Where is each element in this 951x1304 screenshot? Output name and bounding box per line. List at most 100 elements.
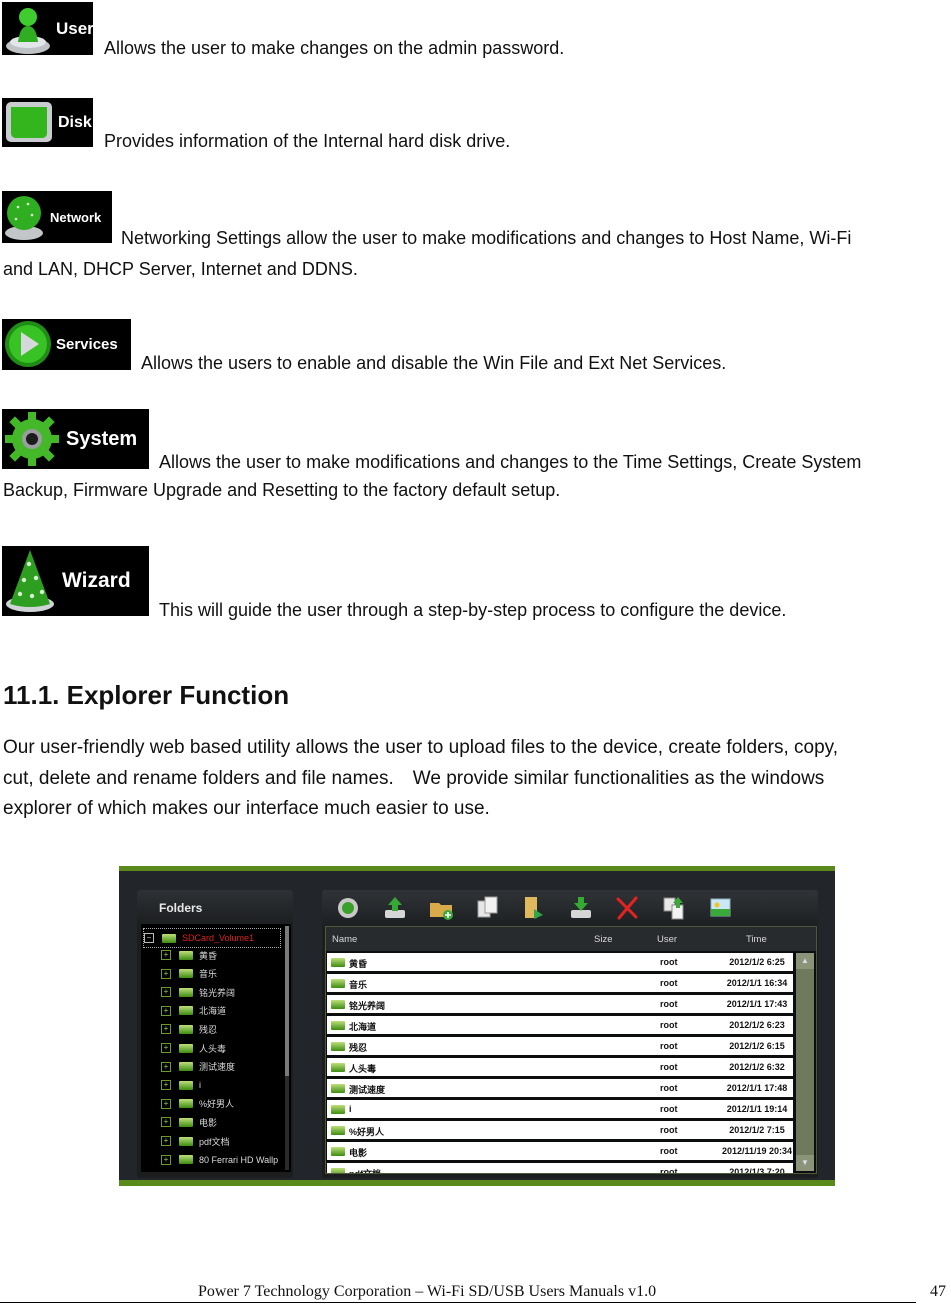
folder-tree: − SDCard_Volume1 + 黄昏 + 音乐 + 铭光养阔 + 北海道 + 残忍 + 人头毒 +… (141, 924, 291, 1172)
file-time: 2012/11/19 20:34 (721, 1146, 793, 1156)
file-name: i (349, 1104, 352, 1114)
tree-node[interactable]: + 北海道 (161, 1002, 291, 1020)
file-user: root (660, 1167, 678, 1174)
paragraph-line: cut, delete and rename folders and file … (3, 767, 825, 789)
move-icon (525, 897, 543, 919)
refresh-gear-button[interactable] (335, 895, 361, 921)
collapse-icon[interactable]: − (144, 933, 154, 943)
column-size[interactable]: Size (594, 934, 612, 945)
folders-header: Folders (137, 890, 293, 924)
folder-icon (179, 1136, 193, 1146)
file-row[interactable]: 北海道 root 2012/1/2 6:23 (327, 1016, 793, 1034)
services-badge-label: Services (56, 336, 118, 353)
file-grid: Name Size User Time 黄昏 root 2012/1/2 6:25 音… (325, 926, 817, 1174)
folder-icon (179, 1080, 193, 1090)
file-row[interactable]: 音乐 root 2012/1/1 16:34 (327, 974, 793, 992)
download-button[interactable] (568, 895, 594, 921)
tree-node-label: pdf文档 (199, 1136, 230, 1147)
tree-node[interactable]: + 人头毒 (161, 1039, 291, 1057)
expand-icon[interactable]: + (161, 1098, 171, 1109)
tree-node[interactable]: +80 Ferrari HD Wallp (161, 1151, 291, 1169)
tree-node-label: 80 Ferrari HD Wallp (199, 1154, 279, 1165)
expand-icon[interactable]: + (161, 1043, 171, 1053)
system-description-line1: Allows the user to make modifications an… (159, 452, 862, 472)
file-row[interactable]: %好男人 root 2012/1/2 7:15 (327, 1121, 793, 1139)
tree-node[interactable]: + 铭光养阔 (161, 983, 291, 1001)
tree-root-node[interactable]: − SDCard_Volume1 (143, 928, 281, 948)
bottom-accent-bar (119, 1180, 835, 1186)
disk-badge-label: Disk (58, 113, 92, 131)
file-name: 铭光养阔 (349, 1001, 386, 1011)
file-row[interactable]: 铭光养阔 root 2012/1/1 17:43 (327, 995, 793, 1013)
file-time: 2012/1/1 19:14 (726, 1104, 788, 1114)
upload-button[interactable] (382, 895, 408, 921)
tree-node[interactable]: + 音乐 (161, 965, 291, 983)
scroll-down-button[interactable]: ▼ (796, 1155, 814, 1171)
file-time: 2012/1/1 16:34 (726, 978, 788, 988)
services-description: Allows the users to enable and disable t… (141, 353, 727, 373)
file-row[interactable]: 人头毒 root 2012/1/2 6:32 (327, 1058, 793, 1076)
expand-icon[interactable]: + (161, 1136, 171, 1146)
grid-scrollbar[interactable]: ▲ ▼ (796, 953, 814, 1171)
tree-node[interactable]: + 残忍 (161, 1020, 291, 1038)
column-user[interactable]: User (657, 934, 677, 945)
file-row[interactable]: pdf文档 root 2012/1/3 7:20 (327, 1163, 793, 1174)
rename-button[interactable] (661, 895, 687, 921)
copy-button[interactable] (475, 895, 501, 921)
folder-icon (331, 1042, 345, 1051)
file-name: 测试速度 (349, 1085, 386, 1095)
tree-node-label: 铭光养阔 (199, 987, 236, 998)
user-description: Allows the user to make changes on the a… (104, 38, 565, 58)
file-row[interactable]: i root 2012/1/1 19:14 (327, 1100, 793, 1118)
folder-icon (331, 1126, 345, 1135)
file-user: root (660, 978, 678, 988)
column-time[interactable]: Time (746, 934, 767, 945)
column-name[interactable]: Name (332, 934, 357, 945)
file-name: 电影 (349, 1148, 368, 1158)
tree-node[interactable]: + 测试速度 (161, 1058, 291, 1076)
folder-icon (179, 1099, 193, 1109)
image-preview-button[interactable] (707, 895, 733, 921)
expand-icon[interactable]: + (161, 1061, 171, 1072)
delete-icon (616, 896, 638, 920)
wizard-badge-label: Wizard (62, 569, 131, 592)
folder-icon (179, 950, 193, 960)
expand-icon[interactable]: + (161, 1117, 171, 1128)
file-row[interactable]: 电影 root 2012/11/19 20:34 (327, 1142, 793, 1160)
move-button[interactable] (521, 895, 547, 921)
expand-icon[interactable]: + (161, 1005, 171, 1016)
scroll-up-button[interactable]: ▲ (796, 953, 814, 969)
expand-icon[interactable]: + (161, 987, 171, 998)
copy-icon (477, 896, 497, 918)
paragraph-line: explorer of which makes our interface mu… (3, 798, 490, 819)
folder-icon (179, 987, 193, 997)
expand-icon[interactable]: + (161, 950, 171, 960)
user-badge: User (2, 2, 93, 55)
image-preview-icon (710, 898, 731, 917)
expand-icon[interactable]: + (161, 1024, 171, 1035)
explorer-toolbar (322, 890, 818, 926)
files-panel: Name Size User Time 黄昏 root 2012/1/2 6:25 音… (322, 890, 818, 1178)
tree-node[interactable]: + i (161, 1076, 291, 1094)
delete-button[interactable] (614, 895, 640, 921)
file-name: 黄昏 (349, 959, 368, 969)
download-icon (570, 897, 591, 918)
tree-node[interactable]: + 黄昏 (161, 946, 291, 964)
system-badge: System (2, 409, 149, 469)
file-row[interactable]: 残忍 root 2012/1/2 6:15 (327, 1037, 793, 1055)
expand-icon[interactable]: + (161, 968, 171, 979)
expand-icon[interactable]: + (161, 1154, 171, 1165)
file-row[interactable]: 测试速度 root 2012/1/1 17:48 (327, 1079, 793, 1097)
tree-node[interactable]: + 电影 (161, 1113, 291, 1131)
file-user: root (660, 957, 678, 967)
tree-node[interactable]: + pdf文档 (161, 1132, 291, 1150)
footer-text: Power 7 Technology Corporation – Wi-Fi S… (198, 1283, 657, 1300)
tree-node[interactable]: + %好男人 (161, 1095, 291, 1113)
file-row[interactable]: 黄昏 root 2012/1/2 6:25 (327, 953, 793, 971)
new-folder-button[interactable] (428, 895, 454, 921)
explorer-screenshot: Folders − SDCard_Volume1 + 黄昏 + 音乐 + 铭光养阔 + 北海道… (119, 866, 835, 1186)
folder-icon (331, 979, 345, 988)
top-accent-bar (119, 866, 835, 871)
expand-icon[interactable]: + (161, 1080, 171, 1091)
folder-icon (331, 958, 345, 967)
